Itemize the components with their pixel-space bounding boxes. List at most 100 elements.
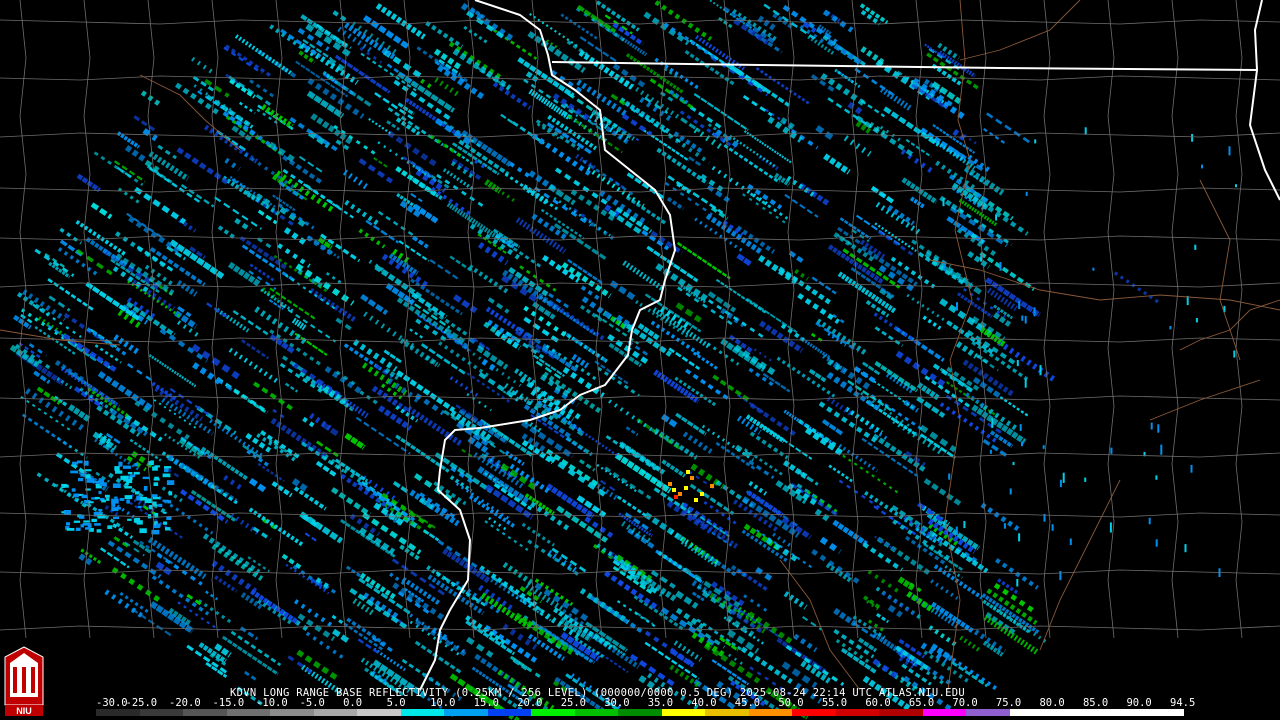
echo-pixel (126, 479, 133, 484)
echo-pixel (1018, 301, 1021, 309)
echo-streak (930, 601, 974, 633)
echo-streak (816, 318, 868, 356)
echo-pixel (71, 488, 76, 492)
county-line (1107, 0, 1115, 639)
echo-streak (909, 196, 926, 209)
legend-label: -10.0 (256, 697, 288, 709)
echo-streak (828, 464, 853, 483)
echo-streak (923, 542, 963, 571)
river-line (1149, 379, 1261, 421)
echo-pixel (106, 497, 110, 501)
river-line (1179, 299, 1280, 351)
echo-pixel (1184, 544, 1187, 553)
legend-label: 40.0 (691, 697, 717, 709)
county-line (915, 0, 923, 639)
echo-streak (536, 123, 560, 140)
echo-streak (241, 339, 270, 360)
echo-streak (620, 560, 679, 603)
echo-streak (55, 452, 87, 476)
echo-streak (271, 481, 293, 498)
echo-streak (360, 52, 417, 92)
echo-streak (100, 547, 130, 569)
echo-pixel (150, 460, 154, 466)
county-line (0, 282, 1280, 288)
echo-streak (517, 57, 575, 98)
echo-streak (982, 438, 1008, 458)
echo-pixel (130, 474, 136, 478)
echo-pixel (1148, 517, 1151, 525)
echo-streak (959, 635, 981, 652)
echo-pixel (1084, 127, 1087, 135)
echo-streak (282, 155, 324, 185)
echo-streak (867, 569, 899, 593)
echo-pixel (136, 520, 143, 525)
echo-pixel (1009, 488, 1012, 495)
echo-streak (260, 104, 294, 129)
echo-streak (133, 115, 156, 132)
echo-streak (715, 278, 767, 314)
county-line (979, 0, 987, 639)
echo-streak (874, 222, 917, 252)
echo-pixel (83, 520, 90, 523)
echo-streak (197, 90, 244, 123)
echo-streak (277, 243, 311, 268)
echo-streak (234, 34, 294, 76)
echo-streak (729, 134, 777, 168)
echo-streak (492, 81, 532, 110)
echo-streak (360, 293, 389, 316)
echo-streak (111, 567, 165, 605)
echo-streak (159, 328, 209, 363)
echo-pixel (989, 449, 992, 454)
echo-streak (509, 161, 530, 178)
echo-pixel (155, 523, 161, 528)
echo-pixel (1016, 578, 1019, 587)
echo-pixel (107, 525, 113, 529)
echo-pixel (1021, 315, 1024, 321)
echo-streak (509, 463, 551, 494)
echo-streak (629, 653, 675, 687)
echo-pixel (91, 518, 97, 522)
legend-color-bin (444, 709, 488, 716)
echo-pixel (72, 461, 79, 465)
echo-pixel (125, 482, 129, 485)
river-line (1039, 479, 1121, 651)
echo-streak (465, 10, 507, 40)
echo-streak (387, 130, 438, 167)
legend-color-bin (879, 709, 923, 716)
echo-pixel (1033, 307, 1036, 317)
echo-streak (501, 191, 518, 204)
echo-streak (332, 628, 351, 644)
echo-streak (358, 228, 386, 249)
echo-streak (874, 361, 919, 393)
echo-streak (28, 343, 48, 357)
echo-pixel (152, 466, 158, 471)
echo-pixel (143, 486, 148, 491)
echo-streak (269, 287, 316, 320)
echo-streak (907, 591, 960, 630)
echo-pixel (164, 466, 172, 469)
echo-pixel (991, 418, 994, 428)
echo-streak (233, 389, 267, 414)
echo-streak (906, 590, 935, 613)
hot-echo-pixel (710, 484, 714, 488)
echo-streak (206, 302, 229, 319)
echo-pixel (78, 477, 84, 482)
echo-pixel (1024, 315, 1027, 324)
echo-pixel (75, 527, 81, 531)
echo-streak (819, 536, 842, 555)
echo-pixel (81, 494, 88, 499)
echo-streak (680, 541, 719, 568)
echo-streak (951, 661, 989, 688)
echo-streak (221, 635, 279, 676)
echo-streak (281, 355, 304, 372)
echo-streak (468, 264, 509, 294)
echo-streak (335, 370, 356, 386)
echo-pixel (955, 526, 958, 536)
echo-pixel (84, 460, 89, 466)
legend-label: -25.0 (125, 697, 158, 709)
echo-streak (838, 443, 879, 473)
echo-streak (783, 591, 808, 610)
echo-streak (986, 112, 1033, 145)
state-line (551, 61, 1259, 71)
echo-streak (342, 169, 370, 191)
